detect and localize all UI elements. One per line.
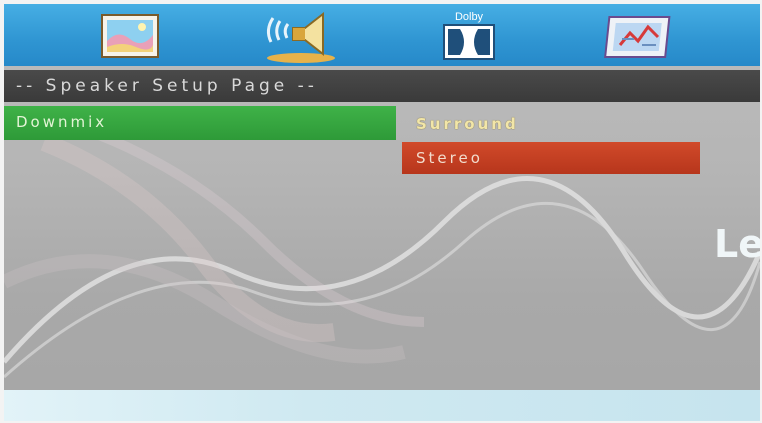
tab-preference-setup[interactable]	[600, 8, 680, 64]
page-title: -- Speaker Setup Page --	[16, 76, 318, 96]
setup-tab-bar: Dolby	[4, 4, 760, 66]
dvd-setup-screen: Dolby -- Speaker Setup Page -- Le Downmi…	[4, 4, 760, 421]
option-label: Stereo	[416, 149, 483, 167]
option-stereo[interactable]: Stereo	[402, 142, 700, 174]
background-logo-fragment: Le	[714, 222, 760, 266]
menu-item-label: Downmix	[16, 113, 108, 131]
preference-icon	[604, 16, 671, 58]
menu-item-downmix[interactable]: Downmix	[4, 106, 396, 140]
tab-picture-setup[interactable]	[92, 8, 170, 64]
tab-speaker-setup[interactable]	[256, 8, 346, 64]
page-title-bar: -- Speaker Setup Page --	[4, 70, 760, 102]
tab-dolby-setup[interactable]: Dolby	[436, 8, 502, 64]
dolby-text: Dolby	[455, 11, 484, 23]
dolby-icon: Dolby	[443, 11, 495, 60]
option-label: Surround	[416, 115, 519, 133]
speaker-icon	[266, 11, 335, 63]
picture-icon	[101, 14, 159, 58]
bottom-status-strip	[4, 390, 760, 421]
option-surround[interactable]: Surround	[402, 108, 700, 140]
